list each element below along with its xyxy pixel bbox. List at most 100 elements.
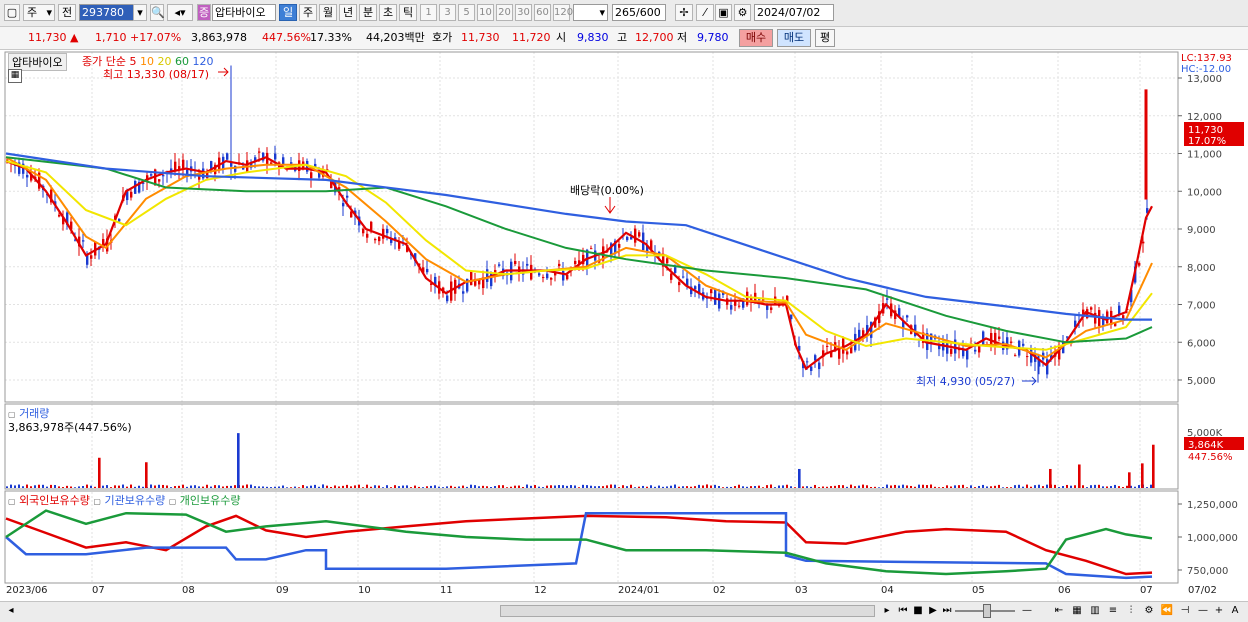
holding-legend[interactable]: ▢ 외국인보유수량 ▢ 기관보유수량 ▢ 개인보유수량 (8, 492, 241, 508)
scroll-thumb[interactable] (500, 605, 875, 617)
forward-icon[interactable]: ⏭ (940, 604, 954, 618)
candle-body (446, 295, 449, 302)
minute-option-20[interactable]: 20 (496, 4, 513, 21)
speaker-icon[interactable]: ◂▾ (167, 4, 193, 21)
period-button-week[interactable]: 주 (299, 4, 317, 21)
minute-option-3[interactable]: 3 (439, 4, 456, 21)
period-button-tick[interactable]: 틱 (399, 4, 417, 21)
date-field[interactable]: 2024/07/02 (754, 4, 834, 21)
minute-option-120[interactable]: 120 (553, 4, 573, 21)
buy-button[interactable]: 매수 (739, 29, 773, 47)
volume-bar (154, 485, 156, 488)
list-icon[interactable]: ≡ (1106, 604, 1120, 618)
month-label: 11 (440, 585, 453, 596)
volume-bar (730, 486, 732, 488)
volume-bar (530, 485, 532, 488)
period-button-year[interactable]: 년 (339, 4, 357, 21)
candle-body (814, 355, 817, 361)
rewind-icon[interactable]: ⏮ (896, 604, 910, 618)
chart-type-icon[interactable]: ▥ (1088, 604, 1102, 618)
grid-toggle-icon[interactable]: ▦ (8, 69, 22, 83)
volume-bar (602, 486, 604, 488)
scroll-right-icon[interactable]: ▸ (880, 604, 894, 618)
panel-icon: ▢ (168, 497, 177, 506)
minute-option-5[interactable]: 5 (458, 4, 475, 21)
stock-chart[interactable]: 13,000 12,000 11,000 10,000 9,000 8,000 7,000 6… (0, 50, 1248, 601)
candle-body (694, 286, 697, 290)
month-label: 07 (1140, 585, 1153, 596)
interval-select[interactable]: ▾ (573, 4, 608, 21)
volume-bar (1038, 484, 1040, 488)
volume-bar (106, 485, 108, 488)
minute-option-30[interactable]: 30 (515, 4, 532, 21)
minute-option-1[interactable]: 1 (420, 4, 437, 21)
save-icon[interactable]: ▣ (715, 4, 732, 21)
cross-cursor-icon[interactable]: ✢ (675, 4, 693, 21)
lc-label: LC:137.93 (1181, 53, 1232, 64)
volume-bar (1110, 486, 1112, 488)
volume-bar (282, 485, 284, 488)
candle-body (426, 268, 429, 273)
candle-body (542, 277, 545, 279)
font-size-icon[interactable]: A (1228, 604, 1242, 618)
turnover-rate: 17.33% (310, 31, 352, 44)
zoom-out-icon[interactable]: — (1020, 604, 1034, 618)
volume-bar (510, 486, 512, 488)
minute-option-10[interactable]: 10 (477, 4, 494, 21)
volume-bar (170, 487, 172, 488)
candle-body (770, 307, 773, 310)
volume-bar (145, 462, 148, 488)
window-icon[interactable]: ▢ (4, 4, 20, 21)
candle-body (1122, 315, 1125, 319)
period-button-day[interactable]: 일 (279, 4, 297, 21)
candle-body (846, 351, 849, 355)
search-icon[interactable]: 🔍 (150, 4, 165, 21)
candle-body (514, 261, 517, 265)
sell-button[interactable]: 매도 (777, 29, 811, 47)
zoom-in-icon[interactable]: + (1212, 604, 1226, 618)
fit-icon[interactable]: ⇤ (1052, 604, 1066, 618)
period-button-minute[interactable]: 분 (359, 4, 377, 21)
volume-bar (178, 485, 180, 488)
candle-icon[interactable]: ⫶ (1124, 604, 1138, 618)
avg-button[interactable]: 평 (815, 29, 835, 47)
candle-body (274, 153, 277, 160)
scroll-left-icon[interactable]: ◂ (4, 604, 18, 618)
volume-bar (50, 484, 52, 488)
code-dropdown-icon[interactable]: ▾ (133, 4, 147, 21)
prev-button[interactable]: 전 (58, 4, 76, 21)
volume-bar (1086, 487, 1088, 488)
volume-bar (462, 485, 464, 488)
volume-bar (306, 486, 308, 488)
grid-icon[interactable]: ▦ (1070, 604, 1084, 618)
left-end-icon[interactable]: ⊣ (1178, 604, 1192, 618)
settings-icon[interactable]: ⚙ (1142, 604, 1156, 618)
volume-bar (566, 485, 568, 488)
volume-bar (466, 486, 468, 488)
market-select[interactable]: 주 ▾ (23, 4, 55, 21)
volume-bar (898, 485, 900, 488)
gear-icon[interactable]: ⚙ (734, 4, 751, 21)
candle-body (590, 248, 593, 250)
volume-bar (1030, 486, 1032, 488)
holding-legend-individual: 개인보유수량 (179, 494, 241, 507)
candle-body (546, 273, 549, 279)
play-icon[interactable]: ▶ (926, 604, 940, 618)
minute-option-60[interactable]: 60 (534, 4, 551, 21)
volume-bar (1034, 485, 1036, 488)
candle-body (982, 331, 985, 345)
volume-bar (1022, 486, 1024, 488)
stock-code-input[interactable]: 293780 (79, 4, 137, 21)
period-button-second[interactable]: 초 (379, 4, 397, 21)
drawing-tool-icon[interactable]: ⁄ (696, 4, 714, 21)
candle-body (966, 350, 969, 360)
zoom-slider-thumb[interactable] (983, 604, 991, 618)
zoom-out-icon[interactable]: — (1196, 604, 1210, 618)
count-field[interactable]: 265/600 (612, 4, 666, 21)
month-label: 10 (358, 585, 371, 596)
stock-name-field[interactable]: 압타바이오 (212, 4, 276, 21)
stop-icon[interactable]: ■ (911, 604, 925, 618)
high-label: 고 (617, 31, 628, 44)
period-button-month[interactable]: 월 (319, 4, 337, 21)
rewind-icon[interactable]: ⏪ (1160, 604, 1174, 618)
